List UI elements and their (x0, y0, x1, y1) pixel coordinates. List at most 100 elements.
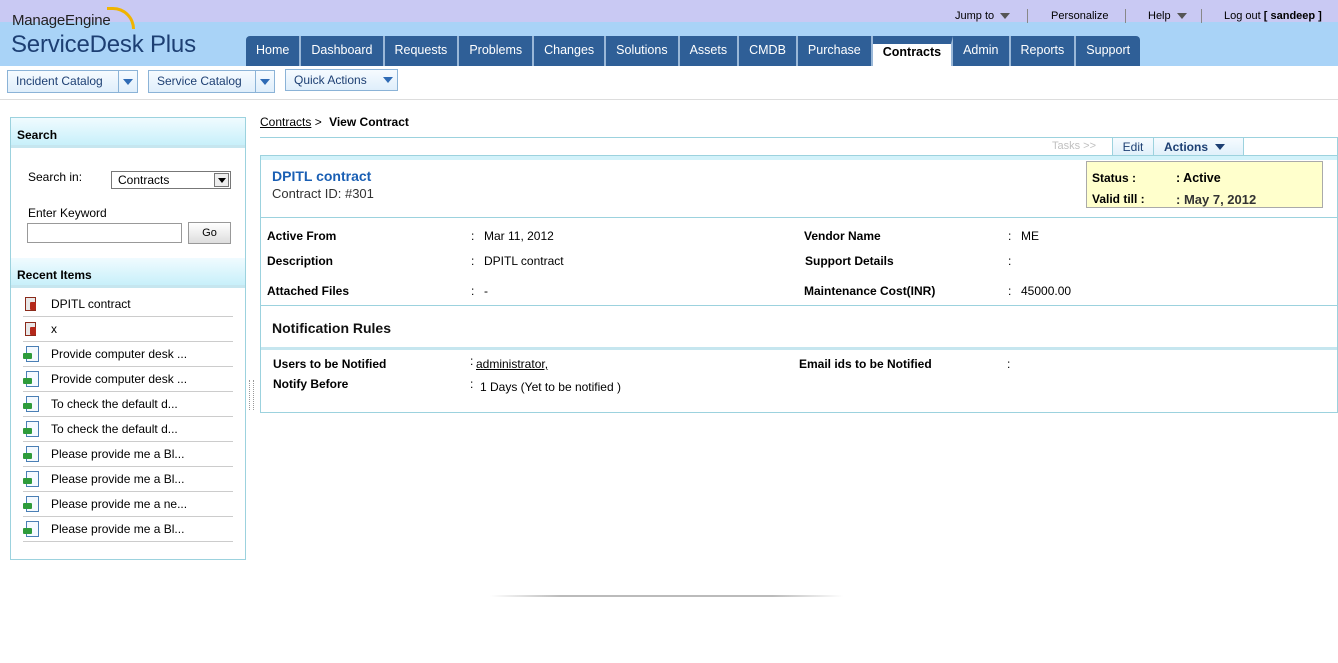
vendor-name-label: Vendor Name (804, 229, 881, 243)
personalize-link[interactable]: Personalize (1051, 10, 1108, 22)
colon: : (471, 229, 475, 243)
tasks-link[interactable]: Tasks >> (1052, 140, 1096, 152)
chevron-down-icon (1000, 13, 1011, 20)
maintenance-cost-value: 45000.00 (1021, 284, 1072, 298)
divider (1027, 9, 1028, 23)
search-panel-title: Search (11, 118, 245, 148)
recent-item-label: To check the default d... (51, 397, 178, 411)
edit-button[interactable]: Edit (1112, 138, 1154, 156)
recent-item-label: Provide computer desk ... (51, 372, 188, 386)
recent-item[interactable]: Provide computer desk ... (23, 367, 233, 392)
active-from-value: Mar 11, 2012 (484, 229, 554, 243)
colon: : (1007, 357, 1011, 371)
actions-label: Actions (1164, 140, 1209, 154)
tab-home[interactable]: Home (246, 36, 302, 66)
jump-to-menu[interactable]: Jump to (955, 10, 1011, 22)
request-icon (23, 346, 39, 362)
search-module-value: Contracts (118, 173, 170, 187)
recent-item[interactable]: Provide computer desk ... (23, 342, 233, 367)
main-nav: Home Dashboard Requests Problems Changes… (246, 36, 1141, 66)
quick-actions-label: Quick Actions (294, 73, 367, 87)
search-panel: Search in: Contracts Enter Keyword Go (11, 148, 245, 258)
chevron-down-icon (1215, 144, 1225, 150)
panel-splitter-handle[interactable] (249, 380, 254, 410)
tab-reports[interactable]: Reports (1011, 36, 1077, 66)
chevron-down-icon (123, 78, 134, 85)
status-label: Status : (1092, 171, 1137, 185)
breadcrumb-current: View Contract (329, 115, 409, 129)
notify-before-label: Notify Before (273, 377, 349, 391)
recent-item-label: Please provide me a ne... (51, 497, 188, 511)
recent-item[interactable]: Please provide me a Bl... (23, 467, 233, 492)
description-value: DPITL contract (484, 254, 564, 268)
recent-item-label: Provide computer desk ... (51, 347, 188, 361)
colon: : (1008, 229, 1012, 243)
notification-rules: Users to be Notified : administrator, Em… (261, 350, 1337, 412)
request-icon (23, 396, 39, 412)
valid-till-value: : May 7, 2012 (1176, 192, 1257, 207)
chevron-down-icon (383, 77, 394, 83)
contract-icon (23, 296, 39, 312)
recent-item-label: To check the default d... (51, 422, 178, 436)
tab-assets[interactable]: Assets (680, 36, 740, 66)
tab-purchase[interactable]: Purchase (798, 36, 873, 66)
chevron-down-icon (1176, 13, 1187, 20)
tab-solutions[interactable]: Solutions (606, 36, 680, 66)
recent-item[interactable]: Please provide me a ne... (23, 492, 233, 517)
tab-requests[interactable]: Requests (385, 36, 460, 66)
current-user: [ sandeep ] (1263, 10, 1322, 22)
contract-details: Active From : Mar 11, 2012 Vendor Name :… (261, 222, 1337, 305)
recent-item[interactable]: To check the default d... (23, 392, 233, 417)
colon: : (471, 254, 475, 268)
quick-actions-dropdown[interactable] (379, 70, 397, 90)
company-logo-text: ManageEngine (12, 12, 111, 29)
tab-contracts[interactable]: Contracts (872, 36, 954, 66)
recent-item[interactable]: Please provide me a Bl... (23, 442, 233, 467)
tab-problems[interactable]: Problems (459, 36, 535, 66)
app-header: ManageEngine ServiceDesk Plus Jump to Pe… (0, 0, 1338, 66)
recent-items-list: DPITL contract x Provide computer desk .… (11, 288, 245, 542)
go-button[interactable]: Go (188, 222, 231, 244)
recent-item[interactable]: Please provide me a Bl... (23, 517, 233, 542)
incident-catalog-button[interactable]: Incident Catalog (7, 70, 138, 93)
request-icon (23, 421, 39, 437)
notified-users-link[interactable]: administrator, (476, 357, 548, 371)
catalog-bar: Incident Catalog Service Catalog Quick A… (0, 66, 1338, 100)
attached-files-label: Attached Files (267, 284, 350, 298)
recent-item-label: Please provide me a Bl... (51, 522, 185, 536)
contract-icon (23, 321, 39, 337)
notification-rules-header: Notification Rules (261, 305, 1337, 350)
maintenance-cost-label: Maintenance Cost(INR) (804, 284, 936, 298)
incident-catalog-dropdown[interactable] (119, 71, 137, 92)
attached-files-value: - (484, 284, 488, 298)
service-catalog-dropdown[interactable] (256, 71, 274, 92)
recent-item[interactable]: x (23, 317, 233, 342)
keyword-input[interactable] (27, 223, 182, 243)
users-notified-label: Users to be Notified (273, 357, 387, 371)
divider (1201, 9, 1202, 23)
quick-actions-button[interactable]: Quick Actions (285, 69, 398, 91)
breadcrumb: Contracts > View Contract (260, 115, 409, 129)
help-menu[interactable]: Help (1148, 10, 1187, 22)
search-in-label: Search in: (28, 170, 83, 184)
request-icon (23, 371, 39, 387)
tab-admin[interactable]: Admin (953, 36, 1011, 66)
chevron-down-icon (260, 78, 271, 85)
contract-details-box: DPITL contract Contract ID: #301 Status … (260, 155, 1338, 413)
service-catalog-label: Service Catalog (149, 71, 257, 92)
recent-item[interactable]: To check the default d... (23, 417, 233, 442)
recent-item[interactable]: DPITL contract (23, 292, 233, 317)
breadcrumb-contracts-link[interactable]: Contracts (260, 115, 311, 129)
tab-support[interactable]: Support (1076, 36, 1140, 66)
colon: : (471, 284, 475, 298)
tab-cmdb[interactable]: CMDB (739, 36, 798, 66)
request-icon (23, 496, 39, 512)
contract-toolbar: Tasks >> Edit Actions (260, 137, 1338, 156)
tab-dashboard[interactable]: Dashboard (301, 36, 385, 66)
service-catalog-button[interactable]: Service Catalog (148, 70, 275, 93)
actions-menu-button[interactable]: Actions (1154, 138, 1244, 156)
request-icon (23, 471, 39, 487)
logout-link[interactable]: Log out (1224, 10, 1261, 22)
search-module-select[interactable]: Contracts (111, 171, 231, 189)
tab-changes[interactable]: Changes (534, 36, 607, 66)
